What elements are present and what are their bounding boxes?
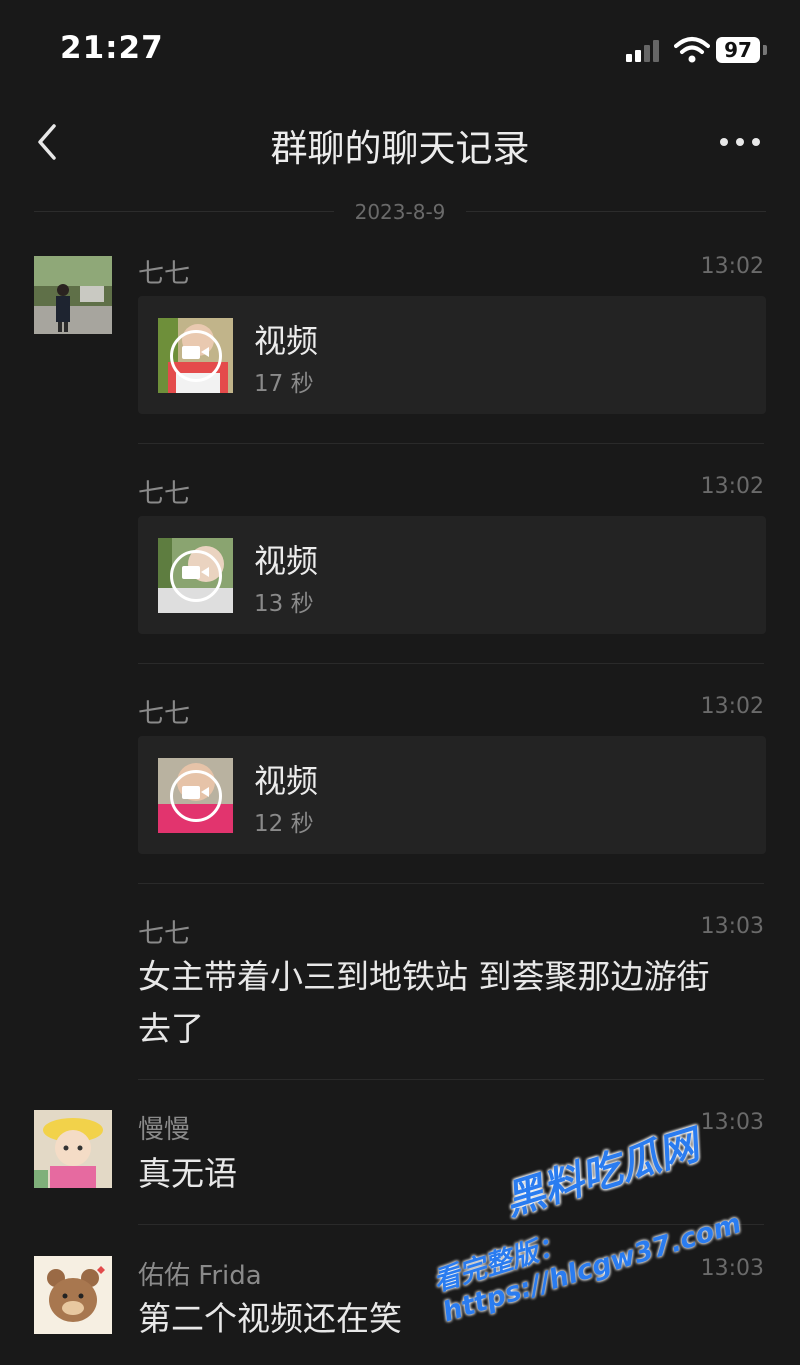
date-divider-line-right — [466, 211, 766, 212]
message-text: 女主带着小三到地铁站 到荟聚那边游街去了 — [138, 957, 710, 1048]
video-duration: 12 秒 — [254, 811, 314, 837]
video-camera-lens — [201, 347, 209, 357]
message-divider — [138, 443, 764, 444]
date-divider: 2023-8-9 — [354, 200, 446, 224]
video-camera-lens — [201, 787, 209, 797]
ellipsis-icon[interactable] — [716, 128, 764, 156]
video-label: 视频 — [254, 762, 319, 800]
video-label: 视频 — [254, 322, 319, 360]
sender-name: 慢慢 — [138, 1115, 191, 1145]
avatar[interactable] — [34, 1256, 112, 1334]
avatar[interactable] — [34, 1110, 112, 1188]
video-card[interactable]: 视频 17 秒 — [138, 296, 766, 414]
sender-name: 七七 — [138, 919, 191, 949]
video-label: 视频 — [254, 542, 319, 580]
message-time: 13:03 — [700, 1110, 764, 1135]
signal-icon — [626, 38, 666, 62]
video-camera-lens — [201, 567, 209, 577]
sender-name: 七七 — [138, 259, 191, 289]
video-card[interactable]: 视频 13 秒 — [138, 516, 766, 634]
wifi-icon — [674, 37, 710, 63]
nav-bar: 群聊的聊天记录 — [0, 100, 800, 190]
status-time: 21:27 — [60, 30, 164, 66]
video-camera-icon — [182, 346, 200, 359]
sender-name: 七七 — [138, 479, 191, 509]
message-time: 13:03 — [700, 1256, 764, 1281]
battery-icon: 97 — [716, 37, 760, 63]
page-title: 群聊的聊天记录 — [270, 127, 530, 170]
video-duration: 17 秒 — [254, 371, 314, 397]
video-duration: 13 秒 — [254, 591, 314, 617]
battery-tip — [763, 45, 767, 55]
sender-name: 七七 — [138, 699, 191, 729]
message-divider — [138, 663, 764, 664]
video-camera-icon — [182, 566, 200, 579]
status-bar: 21:27 97 — [0, 0, 800, 100]
sender-name: 佑佑 Frida — [138, 1261, 262, 1291]
message-time: 13:02 — [700, 254, 764, 279]
message-divider — [138, 883, 764, 884]
video-card[interactable]: 视频 12 秒 — [138, 736, 766, 854]
video-camera-icon — [182, 786, 200, 799]
message-divider — [138, 1079, 764, 1080]
message-time: 13:02 — [700, 474, 764, 499]
message-time: 13:02 — [700, 694, 764, 719]
avatar[interactable] — [34, 256, 112, 334]
message-time: 13:03 — [700, 914, 764, 939]
